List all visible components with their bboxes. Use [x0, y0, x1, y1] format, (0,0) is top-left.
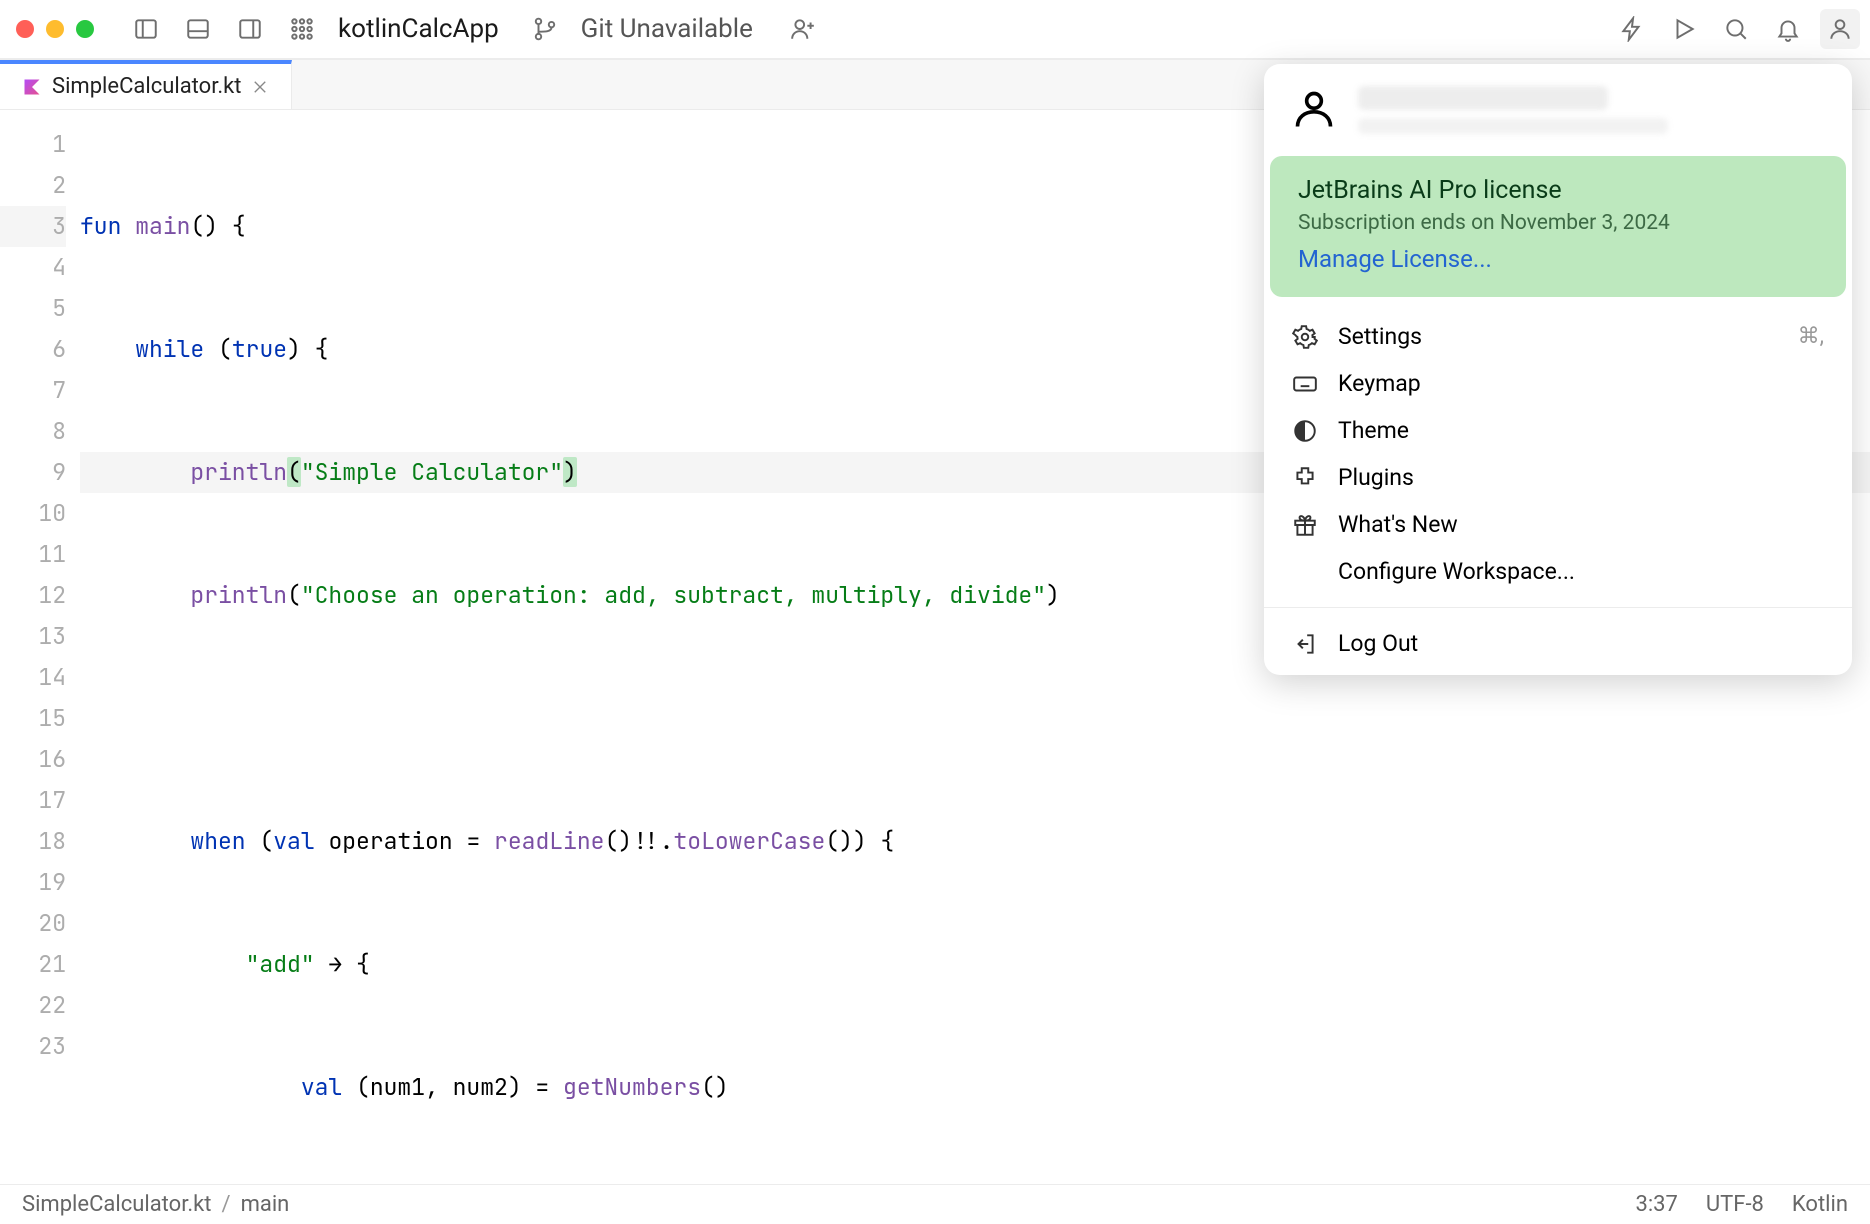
- tab-close-icon[interactable]: [251, 78, 269, 96]
- file-language[interactable]: Kotlin: [1792, 1192, 1848, 1217]
- file-encoding[interactable]: UTF-8: [1706, 1192, 1764, 1217]
- settings-shortcut: ⌘,: [1798, 324, 1824, 349]
- menu-label: Keymap: [1338, 370, 1421, 397]
- logout-icon: [1292, 631, 1318, 657]
- menu-item-configure-workspace[interactable]: Configure Workspace...: [1264, 548, 1852, 595]
- license-title: JetBrains AI Pro license: [1298, 176, 1818, 205]
- plugin-icon: [1292, 465, 1318, 491]
- user-name-redacted: [1358, 86, 1608, 110]
- menu-label: What's New: [1338, 511, 1458, 538]
- run-play-icon[interactable]: [1664, 9, 1704, 49]
- git-status-label[interactable]: Git Unavailable: [581, 14, 753, 44]
- license-banner: JetBrains AI Pro license Subscription en…: [1270, 156, 1846, 297]
- status-bar: SimpleCalculator.kt / main 3:37 UTF-8 Ko…: [0, 1184, 1870, 1224]
- menu-label: Plugins: [1338, 464, 1414, 491]
- menu-item-plugins[interactable]: Plugins: [1264, 454, 1852, 501]
- menu-item-logout[interactable]: Log Out: [1264, 620, 1852, 667]
- project-name[interactable]: kotlinCalcApp: [338, 14, 499, 44]
- kotlin-file-icon: [22, 77, 42, 97]
- apps-grid-icon[interactable]: [282, 9, 322, 49]
- menu-item-settings[interactable]: Settings ⌘,: [1264, 313, 1852, 360]
- notifications-bell-icon[interactable]: [1768, 9, 1808, 49]
- menu-label: Log Out: [1338, 630, 1418, 657]
- panel-right-icon[interactable]: [230, 9, 270, 49]
- breadcrumb-fn[interactable]: main: [241, 1192, 290, 1217]
- tab-simplecalculator[interactable]: SimpleCalculator.kt: [0, 60, 292, 109]
- menu-label: Theme: [1338, 417, 1409, 444]
- maximize-window-button[interactable]: [76, 20, 94, 38]
- search-icon[interactable]: [1716, 9, 1756, 49]
- menu-item-keymap[interactable]: Keymap: [1264, 360, 1852, 407]
- menu-item-whatsnew[interactable]: What's New: [1264, 501, 1852, 548]
- license-subtitle: Subscription ends on November 3, 2024: [1298, 211, 1818, 235]
- minimize-window-button[interactable]: [46, 20, 64, 38]
- account-dropdown: JetBrains AI Pro license Subscription en…: [1264, 64, 1852, 675]
- git-branch-icon[interactable]: [525, 9, 565, 49]
- menu-label: Settings: [1338, 323, 1422, 350]
- breadcrumb-sep: /: [221, 1192, 230, 1217]
- close-window-button[interactable]: [16, 20, 34, 38]
- keyboard-icon: [1292, 371, 1318, 397]
- gear-icon: [1292, 324, 1318, 350]
- user-email-redacted: [1358, 118, 1668, 134]
- tab-label: SimpleCalculator.kt: [52, 74, 241, 99]
- panel-left-icon[interactable]: [126, 9, 166, 49]
- title-bar: kotlinCalcApp Git Unavailable: [0, 0, 1870, 60]
- dropdown-user-row[interactable]: [1264, 64, 1852, 156]
- caret-position[interactable]: 3:37: [1635, 1192, 1677, 1217]
- menu-divider: [1264, 607, 1852, 608]
- window-controls: [16, 20, 94, 38]
- manage-license-link[interactable]: Manage License...: [1298, 245, 1818, 273]
- line-number-gutter: 1 2 3 4 5 6 7 8 9 10 11 12 13 14 15 16 1…: [0, 110, 80, 1168]
- panel-bottom-icon[interactable]: [178, 9, 218, 49]
- breadcrumb-file[interactable]: SimpleCalculator.kt: [22, 1192, 211, 1217]
- user-avatar-icon: [1292, 88, 1336, 132]
- menu-label: Configure Workspace...: [1338, 558, 1575, 585]
- ai-bolt-icon[interactable]: [1612, 9, 1652, 49]
- theme-icon: [1292, 418, 1318, 444]
- add-user-icon[interactable]: [783, 9, 823, 49]
- menu-item-theme[interactable]: Theme: [1264, 407, 1852, 454]
- account-user-icon[interactable]: [1820, 9, 1860, 49]
- gift-icon: [1292, 512, 1318, 538]
